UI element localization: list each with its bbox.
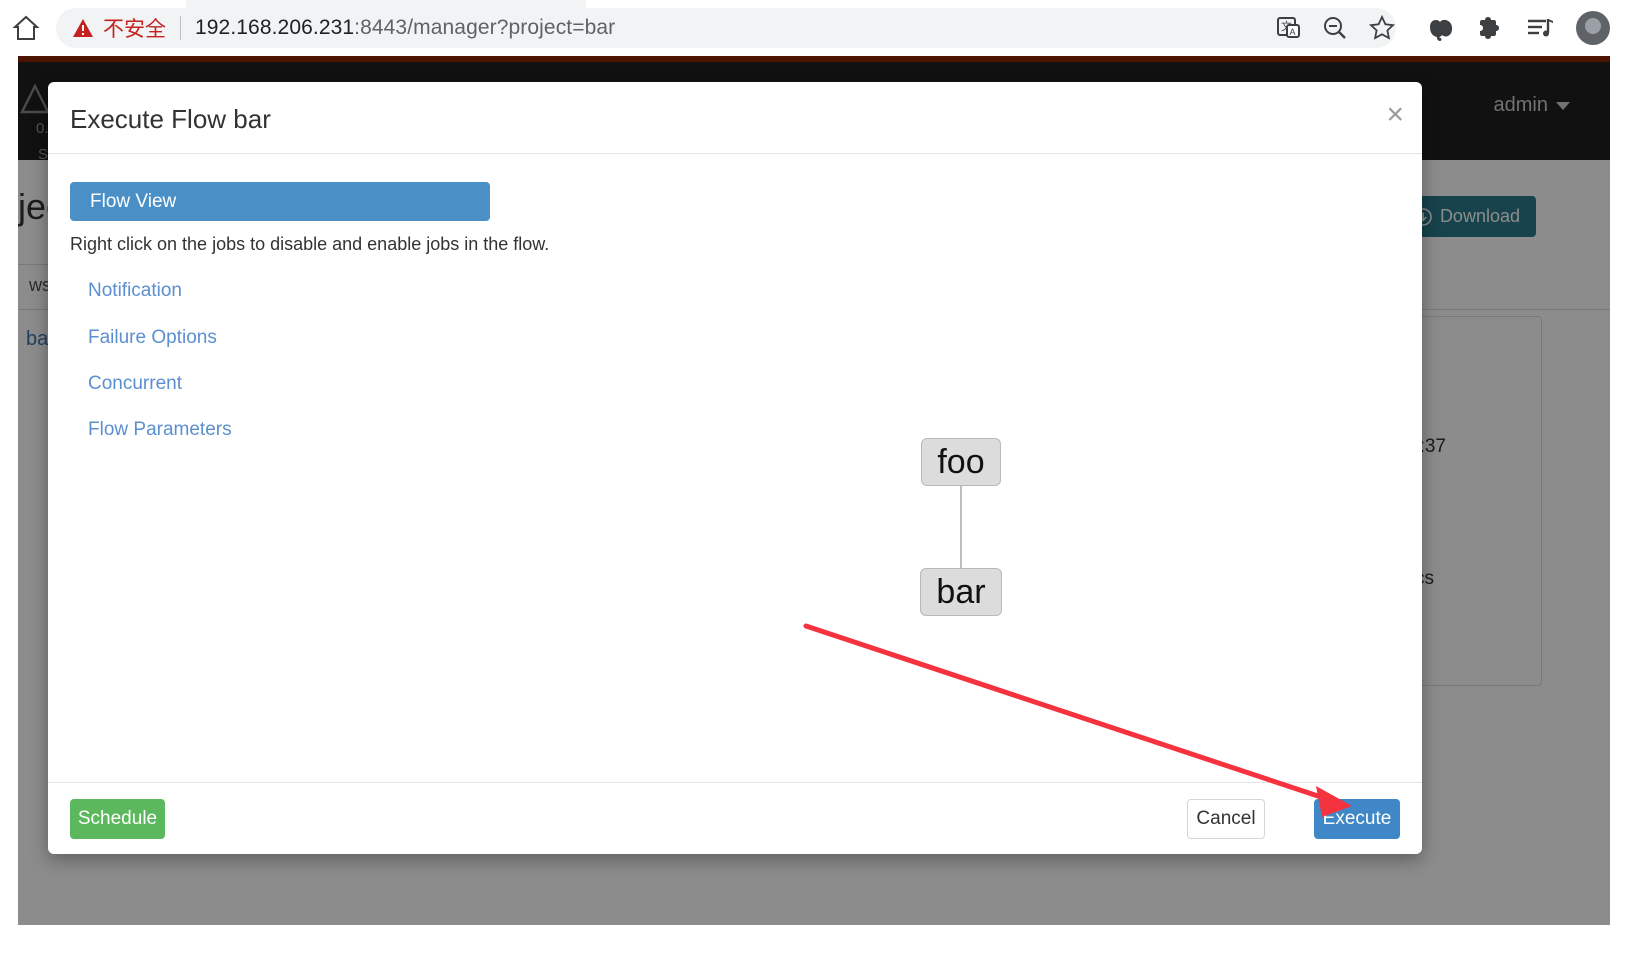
url-path: :8443/manager?project=bar xyxy=(354,16,616,39)
omnibox-separator xyxy=(180,16,181,40)
browser-tab-stub[interactable] xyxy=(186,0,586,8)
puzzle-extensions-icon[interactable] xyxy=(1478,15,1504,41)
modal-footer: Schedule Cancel Execute xyxy=(48,782,1422,854)
browser-toolbar: 不安全 192.168.206.231:8443/manager?project… xyxy=(0,0,1628,56)
url-text: 192.168.206.231:8443/manager?project=bar xyxy=(195,16,615,40)
home-icon[interactable] xyxy=(12,13,40,43)
page-left-margin xyxy=(0,56,18,962)
media-playlist-icon[interactable] xyxy=(1526,15,1554,41)
page-right-margin xyxy=(1610,56,1628,962)
execute-button[interactable]: Execute xyxy=(1314,799,1400,839)
flow-node-foo[interactable]: foo xyxy=(921,438,1001,486)
close-icon[interactable]: × xyxy=(1386,100,1404,130)
svg-text:A: A xyxy=(1290,27,1296,37)
browser-tab-stub-secondary[interactable] xyxy=(600,0,660,4)
translate-icon[interactable]: 文 A xyxy=(1276,15,1302,41)
flow-edge-foo-bar xyxy=(960,486,962,568)
extension-icons xyxy=(1428,8,1610,48)
execute-flow-modal: Execute Flow bar × Flow View Right click… xyxy=(48,82,1422,854)
screen-root: 不安全 192.168.206.231:8443/manager?project… xyxy=(0,0,1628,962)
modal-body: Flow View Right click on the jobs to dis… xyxy=(48,154,1422,782)
omnibox-action-icons: 文 A xyxy=(1276,8,1396,48)
address-bar[interactable]: 不安全 192.168.206.231:8443/manager?project… xyxy=(56,8,1396,48)
evernote-elephant-icon[interactable] xyxy=(1428,14,1456,42)
profile-avatar-icon[interactable] xyxy=(1576,11,1610,45)
zoom-out-icon[interactable] xyxy=(1322,15,1348,41)
star-bookmark-icon[interactable] xyxy=(1368,14,1396,42)
flow-graph: foo bar xyxy=(48,154,1422,782)
url-host: 192.168.206.231 xyxy=(195,16,355,39)
schedule-button[interactable]: Schedule xyxy=(70,799,165,839)
insecure-warning-icon xyxy=(72,18,94,38)
insecure-label: 不安全 xyxy=(103,17,166,41)
modal-header: Execute Flow bar × xyxy=(48,82,1422,154)
modal-title: Execute Flow bar xyxy=(70,104,271,134)
cancel-button[interactable]: Cancel xyxy=(1187,799,1265,839)
page-bottom-margin xyxy=(0,925,1628,962)
flow-node-bar[interactable]: bar xyxy=(920,568,1002,616)
